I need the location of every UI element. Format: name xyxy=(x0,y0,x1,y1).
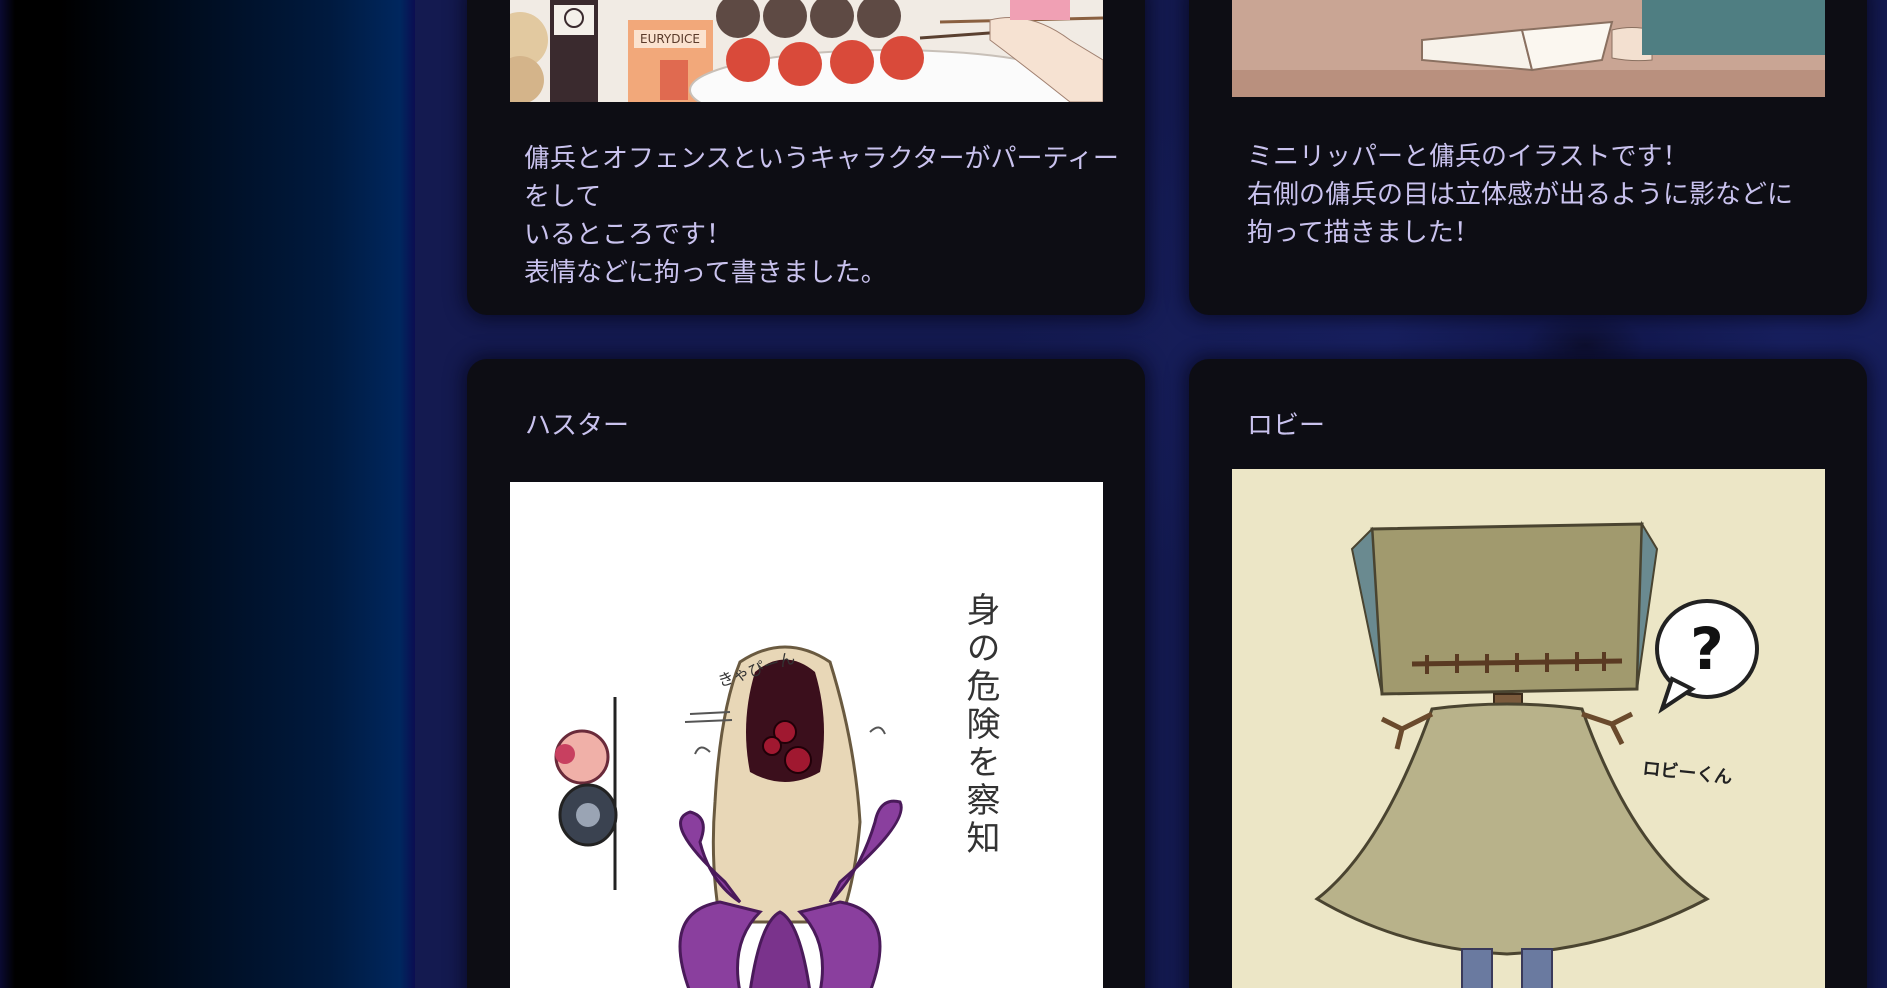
left-sidebar xyxy=(0,0,415,988)
minilipper-description: ミニリッパーと傭兵のイラストです！ 右側の傭兵の目は立体感が出るように影などに … xyxy=(1247,142,1794,248)
party-illustration-image[interactable]: EURYDICE xyxy=(510,0,1103,102)
minilipper-illustration-image[interactable] xyxy=(1232,0,1825,97)
hastur-illustration-image[interactable]: きゃぴーん 身の危険を察知 xyxy=(510,482,1103,988)
illustration-card-robbie[interactable]: ロビー ? ロビーくん xyxy=(1189,359,1867,988)
hastur-title: ハスター xyxy=(525,411,630,441)
robbie-title: ロビー xyxy=(1247,411,1326,441)
robbie-illustration-image[interactable]: ? ロビーくん xyxy=(1232,469,1825,988)
illustration-card-minilipper[interactable]: ミニリッパーと傭兵のイラストです！ 右側の傭兵の目は立体感が出るように影などに … xyxy=(1189,0,1867,315)
illustration-card-party[interactable]: EURYDICE 傭兵とオフェンスというキャラクターがパーティーをして いるとこ… xyxy=(467,0,1145,315)
illustration-card-hastur[interactable]: ハスター きゃぴーん 身の危険を察知 xyxy=(467,359,1145,988)
party-description: 傭兵とオフェンスというキャラクターがパーティーをして いるところです！ 表情など… xyxy=(524,144,1119,288)
hastur-vertical-note: 身の危険を察知 xyxy=(960,592,1000,858)
eurydice-label: EURYDICE xyxy=(640,32,700,46)
robbie-question-mark: ? xyxy=(1690,615,1724,683)
